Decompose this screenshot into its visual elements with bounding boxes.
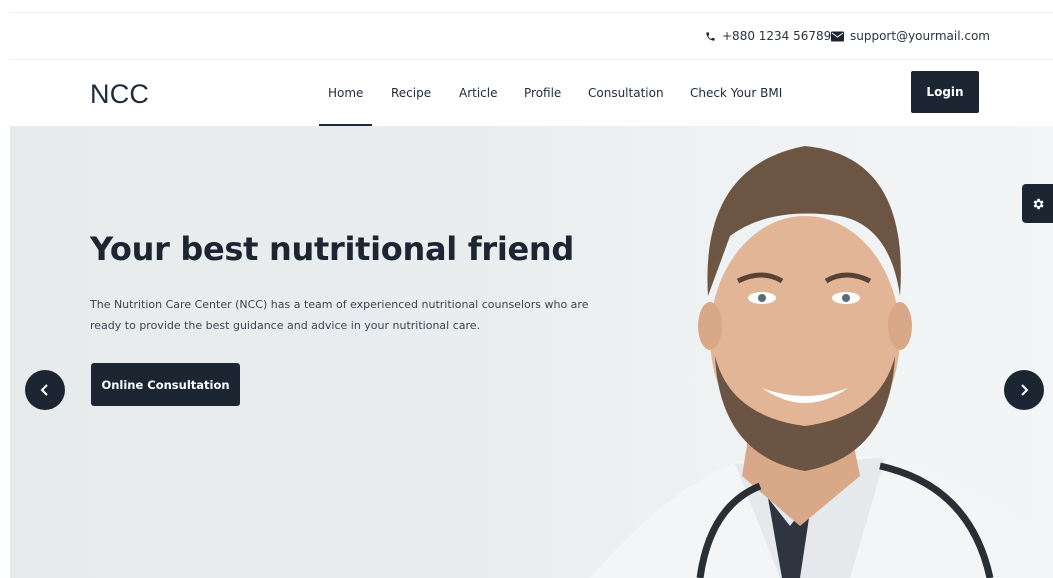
carousel-next-button[interactable] [1004,370,1044,410]
main-navbar: NCC Home Recipe Article Profile Consulta… [10,60,1053,126]
chevron-left-icon [40,384,48,396]
hero-description-line-2: ready to provide the best guidance and a… [90,319,481,332]
online-consultation-button[interactable]: Online Consultation [91,363,240,406]
carousel-prev-button[interactable] [25,370,65,410]
hero-title: Your best nutritional friend [90,230,575,268]
hero-description-line-1: The Nutrition Care Center (NCC) has a te… [90,298,589,311]
nav-consultation[interactable]: Consultation [588,86,664,100]
nav-profile[interactable]: Profile [524,86,561,100]
top-contact-bar: +880 1234 56789 support@yourmail.com [10,12,1053,60]
hero-carousel: Your best nutritional friend The Nutriti… [10,126,1053,578]
email-address: support@yourmail.com [850,29,990,43]
phone-contact[interactable]: +880 1234 56789 [705,29,831,43]
nav-home[interactable]: Home [318,86,373,126]
phone-number: +880 1234 56789 [722,29,832,43]
phone-icon [706,31,715,41]
nav-article[interactable]: Article [459,86,498,100]
nav-check-bmi[interactable]: Check Your BMI [690,86,782,100]
login-button[interactable]: Login [911,71,979,113]
hero-description: The Nutrition Care Center (NCC) has a te… [90,294,610,336]
site-logo[interactable]: NCC [90,79,149,110]
gear-icon [1033,198,1044,209]
envelope-icon [831,31,844,41]
settings-tab[interactable] [1022,184,1053,223]
email-contact[interactable]: support@yourmail.com [831,29,990,43]
doctor-portrait-image [590,146,1053,578]
chevron-right-icon [1021,384,1029,396]
nav-recipe[interactable]: Recipe [391,86,431,100]
